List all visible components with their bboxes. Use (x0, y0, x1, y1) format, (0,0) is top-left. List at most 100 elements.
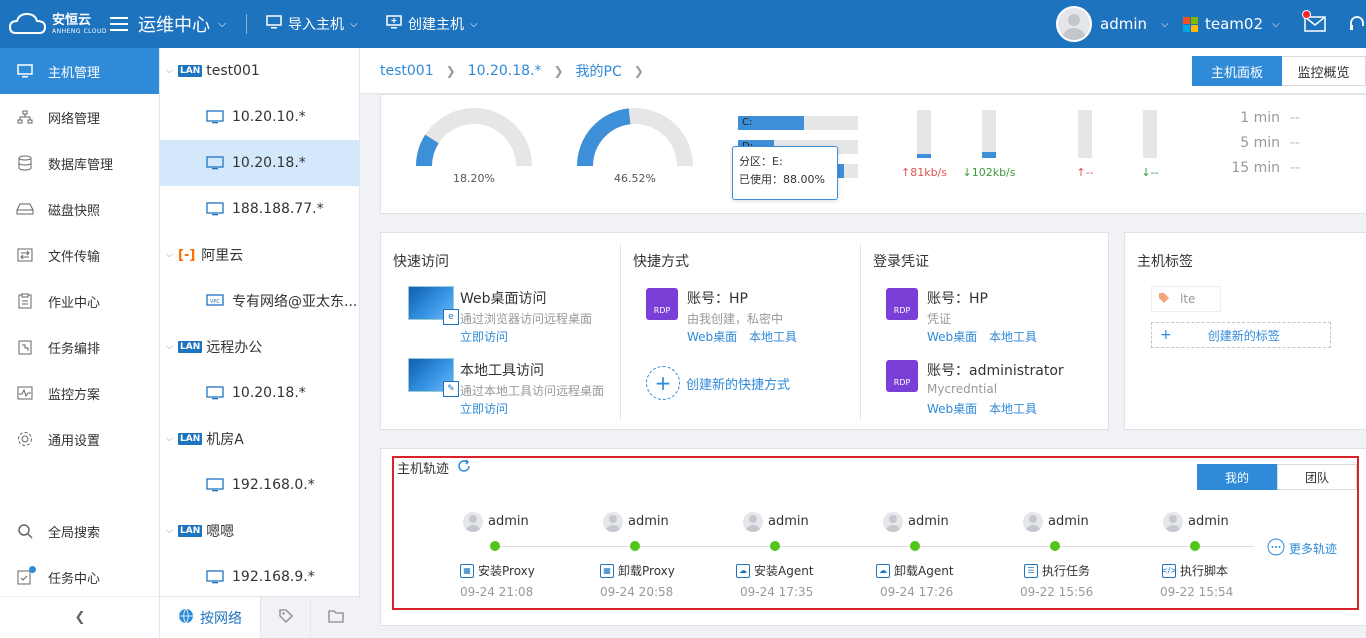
sidebar-item-disk-snapshot[interactable]: 磁盘快照 (0, 186, 159, 232)
tree-group-label: 阿里云 (201, 248, 244, 264)
sidebar-item-job-center[interactable]: 作业中心 (0, 278, 159, 324)
sidebar-item-file-transfer[interactable]: 文件传输 (0, 232, 159, 278)
create-tag-button[interactable]: + 创建新的标签 (1151, 322, 1331, 348)
net-down-bar-fill (982, 152, 996, 158)
tab-monitor-overview[interactable]: 监控概览 (1282, 56, 1366, 86)
chevron-down-icon: ⌵ (166, 250, 173, 260)
tree-host[interactable]: 10.20.18.* (160, 370, 359, 416)
app-title: 运维中心 (138, 15, 210, 36)
monitor-icon (206, 156, 224, 170)
event-action-label: 安装Agent (754, 564, 814, 578)
web-access-title: Web桌面访问 (460, 291, 547, 307)
tree-group-remote-office[interactable]: ⌵ LAN 远程办公 (160, 324, 359, 370)
sidebar-item-general-settings[interactable]: 通用设置 (0, 416, 159, 462)
tree-group-label: test001 (206, 63, 260, 79)
host-trail-panel: 主机轨迹 我的 团队 admin ▦ 安装Proxy 09-24 21:08 ad… (392, 456, 1359, 610)
shortcut-local-link[interactable]: 本地工具 (749, 328, 797, 345)
tab-host-panel[interactable]: 主机面板 (1192, 56, 1282, 86)
chevron-down-icon: ⌵ (1161, 18, 1169, 30)
event-action-label: 执行任务 (1042, 564, 1091, 578)
timeline-dot (1050, 541, 1060, 551)
brand-logo[interactable]: 安恒云 ANHENG CLOUD (8, 0, 107, 48)
event-action-label: 卸载Proxy (618, 564, 675, 578)
shortcut-web-link[interactable]: Web桌面 (687, 328, 737, 345)
tag-chip[interactable]: lte (1151, 286, 1221, 312)
tree-group-machine-room[interactable]: ⌵ LAN 机房A (160, 416, 359, 462)
network-tree: ⌵ LAN test001 10.20.10.* 10.20.18.* 188.… (160, 48, 360, 638)
io-up-label: ↑-- (1076, 166, 1094, 179)
credential-web-link[interactable]: Web桌面 (927, 328, 977, 345)
create-host-button[interactable]: 创建主机 ⌵ (386, 0, 478, 48)
sidebar-item-host-management[interactable]: 主机管理 (0, 48, 159, 94)
tree-group-test001[interactable]: ⌵ LAN test001 (160, 48, 359, 94)
timeline-dot (770, 541, 780, 551)
tree-host-label: 10.20.18.* (232, 155, 306, 171)
sidebar-item-monitoring-plan[interactable]: 监控方案 (0, 370, 159, 416)
headset-icon[interactable] (1348, 0, 1366, 48)
breadcrumb-item[interactable]: test001 (380, 63, 434, 79)
collapse-sidebar-button[interactable]: ❮ (0, 596, 160, 638)
more-trail-link[interactable]: 更多轨迹 (1267, 538, 1337, 559)
tree-host[interactable]: 192.168.9.* (160, 554, 359, 600)
sidebar-item-global-search[interactable]: 全局搜索 (0, 508, 159, 554)
disk-bar-c[interactable]: C: (738, 116, 858, 130)
import-host-button[interactable]: 导入主机 ⌵ (266, 0, 358, 48)
tree-host[interactable]: 10.20.10.* (160, 94, 359, 140)
menu-icon[interactable] (110, 0, 128, 48)
sidebar-item-network[interactable]: 网络管理 (0, 94, 159, 140)
load-1min-label: 1 min (1240, 110, 1280, 126)
tree-vpc[interactable]: VPC 专有网络@亚太东... (160, 278, 359, 324)
brand-name: 安恒云 (52, 12, 92, 28)
refresh-icon[interactable] (457, 458, 471, 477)
sidebar-item-task-center[interactable]: 任务中心 (0, 554, 159, 600)
tree-host-selected[interactable]: 10.20.18.* (160, 140, 359, 186)
disk-tooltip: 分区：E: 已使用：88.00% (732, 146, 838, 200)
web-access-desc: 通过浏览器访问远程桌面 (460, 312, 593, 326)
net-up-label: ↑81kb/s (900, 166, 947, 179)
load-5min-value: -- (1290, 135, 1301, 151)
tree-group-label: 嗯嗯 (206, 524, 235, 540)
chevron-down-icon: ⌵ (350, 18, 358, 30)
tab-mine[interactable]: 我的 (1197, 464, 1277, 490)
credential-local-link[interactable]: 本地工具 (989, 328, 1037, 345)
avatar (883, 512, 903, 532)
chevron-right-icon[interactable]: ❯ (634, 64, 644, 78)
timeline-line (494, 546, 1254, 547)
breadcrumb-item[interactable]: 10.20.18.* (468, 63, 542, 79)
sidebar-item-label: 主机管理 (48, 65, 101, 81)
tab-by-folder[interactable] (310, 597, 360, 638)
tab-by-network[interactable]: 按网络 (160, 597, 260, 638)
app-switcher[interactable]: 运维中心 ⌵ (138, 0, 226, 48)
tab-team[interactable]: 团队 (1277, 464, 1357, 490)
tree-host-label: 10.20.10.* (232, 109, 306, 125)
event-time: 09-22 15:56 (1020, 585, 1094, 599)
web-access-link[interactable]: 立即访问 (460, 328, 508, 345)
io-down-label: ↓-- (1141, 166, 1159, 179)
local-access-link[interactable]: 立即访问 (460, 400, 508, 417)
tree-host-label: 188.188.77.* (232, 201, 324, 217)
io-down-bar (1143, 110, 1157, 158)
team-menu[interactable]: team02 ⌵ (1183, 0, 1280, 48)
credential-local-link[interactable]: 本地工具 (989, 400, 1037, 417)
avatar (1023, 512, 1043, 532)
tree-host[interactable]: 192.168.0.* (160, 462, 359, 508)
credential-account: 账号：administrator (927, 363, 1064, 379)
tree-host[interactable]: 188.188.77.* (160, 186, 359, 232)
user-menu[interactable]: admin ⌵ (1056, 0, 1169, 48)
event-action: ☁ 卸载Agent (876, 562, 954, 579)
trail-scope-tabs: 我的 团队 (1197, 464, 1357, 490)
tree-group-aliyun[interactable]: ⌵ [-] 阿里云 (160, 232, 359, 278)
tree-group-label: 机房A (206, 432, 244, 448)
sidebar-item-database[interactable]: 数据库管理 (0, 140, 159, 186)
chevron-down-icon: ⌵ (218, 17, 227, 30)
credential-web-link[interactable]: Web桌面 (927, 400, 977, 417)
mail-icon[interactable] (1304, 0, 1326, 48)
tree-group-enen[interactable]: ⌵ LAN 嗯嗯 (160, 508, 359, 554)
sidebar-item-task-orchestration[interactable]: 任务编排 (0, 324, 159, 370)
add-circle-icon[interactable]: + (646, 366, 680, 400)
tag-chip-label: lte (1180, 292, 1196, 306)
tab-by-tag[interactable] (260, 597, 310, 638)
shortcuts-title: 快捷方式 (633, 254, 689, 270)
breadcrumb-item[interactable]: 我的PC (576, 61, 622, 81)
create-shortcut-link[interactable]: 创建新的快捷方式 (686, 374, 790, 393)
